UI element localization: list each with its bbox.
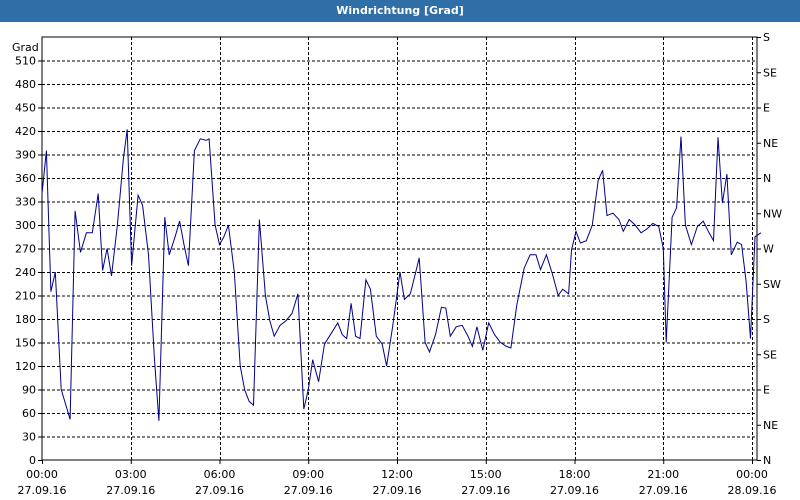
y-tick-label: 360 [15,172,36,185]
y-axis-label: Grad [12,41,39,54]
x-tick-date-label: 27.09.16 [195,484,244,497]
right-tick-label: SE [763,66,777,79]
y-tick-label: 390 [15,149,36,162]
y-tick-label: 480 [15,78,36,91]
y-tick-label: 450 [15,102,36,115]
x-tick-date-label: 27.09.16 [639,484,688,497]
x-tick-time-label: 06:00 [204,468,236,481]
x-tick-time-label: 00:00 [26,468,58,481]
y-tick-label: 60 [22,407,36,420]
y-tick-label: 510 [15,55,36,68]
x-tick-time-label: 21:00 [647,468,679,481]
x-tick-date-label: 27.09.16 [461,484,510,497]
y-tick-label: 300 [15,219,36,232]
right-tick-label: E [763,102,770,115]
right-tick-label: W [763,243,774,256]
x-tick-time-label: 00:00 [736,468,768,481]
right-tick-label: SE [763,348,777,361]
x-tick-date-label: 27.09.16 [106,484,155,497]
y-tick-label: 0 [29,454,36,467]
right-tick-label: N [763,172,771,185]
x-tick-date-label: 27.09.16 [284,484,333,497]
left-axis-ticks: 0 30 60 90 120 150 180 210 240 270 300 330 360 390 420… [15,55,42,467]
y-tick-label: 180 [15,313,36,326]
y-tick-label: 150 [15,337,36,350]
y-tick-label: 120 [15,360,36,373]
y-tick-label: 270 [15,243,36,256]
right-tick-label: NE [763,137,778,150]
x-axis-ticks: 00:00 27.09.16 03:00 27.09.16 06:00 27.09.16 0… [18,460,777,497]
x-tick-date-label: 27.09.16 [550,484,599,497]
right-tick-label: S [763,31,770,44]
x-tick-time-label: 12:00 [381,468,413,481]
y-tick-label: 90 [22,384,36,397]
y-tick-label: 330 [15,196,36,209]
x-tick-time-label: 18:00 [559,468,591,481]
right-tick-label: N [763,454,771,467]
x-tick-date-label: 28.09.16 [728,484,777,497]
x-tick-time-label: 15:00 [470,468,502,481]
right-tick-label: NE [763,419,778,432]
x-tick-date-label: 27.09.16 [18,484,67,497]
wind-direction-chart: 0 30 60 90 120 150 180 210 240 270 300 330 360 390 420… [12,31,782,497]
y-tick-label: 210 [15,290,36,303]
right-tick-label: S [763,313,770,326]
right-tick-label: NW [763,207,782,220]
y-tick-label: 240 [15,266,36,279]
x-tick-date-label: 27.09.16 [373,484,422,497]
right-axis-ticks: N NE E SE S SW W NW N NE E SE S [757,31,782,467]
y-tick-label: 30 [22,431,36,444]
x-tick-time-label: 03:00 [115,468,147,481]
y-tick-label: 420 [15,125,36,138]
x-tick-time-label: 09:00 [292,468,324,481]
right-tick-label: E [763,384,770,397]
right-tick-label: SW [763,278,781,291]
